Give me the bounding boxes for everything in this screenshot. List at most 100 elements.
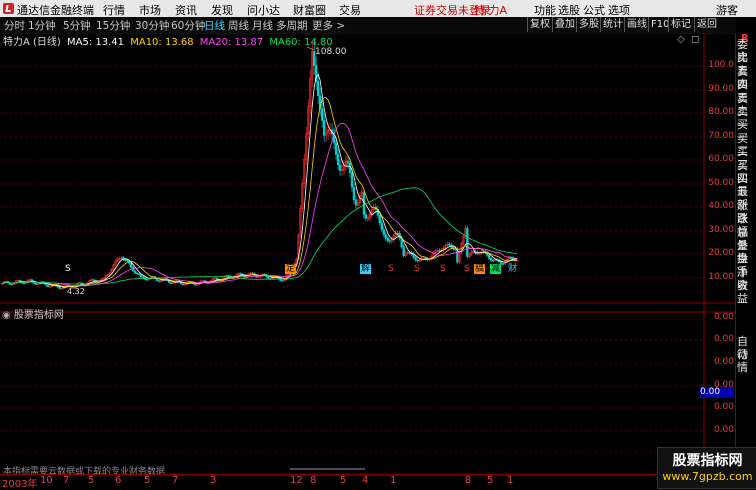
- candle-body: [18, 280, 22, 282]
- period-15min[interactable]: 15分钟: [96, 18, 130, 33]
- sub-axis-tick: 0.00: [713, 425, 734, 435]
- statistics-button[interactable]: 统计: [600, 17, 625, 32]
- candle-body: [380, 222, 383, 230]
- menu-discover[interactable]: 发现: [211, 2, 233, 18]
- event-marker[interactable]: S: [387, 264, 395, 274]
- candle-body: [267, 276, 270, 279]
- event-marker[interactable]: 定: [285, 264, 297, 274]
- price-axis-tick: 70.00: [708, 131, 734, 141]
- period-daily[interactable]: 日线: [204, 18, 225, 33]
- candle-body: [146, 279, 149, 281]
- period-60min[interactable]: 60分钟: [171, 18, 205, 33]
- multi-stock-button[interactable]: 多股: [576, 17, 601, 32]
- menu-stock-select[interactable]: 选股: [558, 2, 580, 18]
- sub-indicator-title[interactable]: ◉ 股票指标网: [2, 306, 64, 321]
- candle-body: [181, 283, 185, 286]
- candle-body: [338, 164, 342, 171]
- indicator-dropdown-icon[interactable]: ◉: [2, 310, 11, 321]
- menu-news[interactable]: 资讯: [175, 2, 197, 18]
- date-axis-tick: 6: [115, 475, 122, 486]
- price-axis-tick: 30.00: [708, 225, 734, 235]
- kline-chart[interactable]: 108.00 4.32: [0, 33, 735, 475]
- date-axis-tick: 5: [340, 475, 347, 486]
- restore-rights-button[interactable]: 复权: [527, 17, 552, 32]
- candle-body: [58, 286, 61, 289]
- event-marker[interactable]: S: [413, 264, 421, 274]
- period-5min[interactable]: 5分钟: [63, 18, 91, 33]
- date-axis-tick: 5: [88, 475, 95, 486]
- price-axis-tick: 100.0: [708, 60, 734, 70]
- candle-body: [130, 263, 133, 268]
- candle-body: [251, 272, 254, 275]
- period-monthly[interactable]: 月线: [252, 18, 273, 33]
- event-marker[interactable]: 减: [490, 264, 502, 274]
- candle-body: [388, 240, 391, 242]
- date-axis-tick: 3: [210, 475, 217, 486]
- menu-wealth[interactable]: 财富圈: [293, 2, 326, 18]
- period-timeshare[interactable]: 分时: [4, 18, 25, 33]
- candle-body: [142, 276, 145, 278]
- event-marker[interactable]: S: [64, 264, 72, 274]
- candle-body: [416, 259, 419, 262]
- site-watermark: 股票指标网 www.7gpzb.com: [657, 447, 756, 489]
- candle-body: [382, 229, 385, 235]
- menu-market[interactable]: 市场: [139, 2, 161, 18]
- candle-body: [239, 273, 242, 275]
- price-axis-tick: 50.00: [708, 178, 734, 188]
- candle-body: [281, 280, 284, 282]
- period-weekly[interactable]: 周线: [228, 18, 249, 33]
- candle-body: [157, 280, 161, 282]
- sub-axis-tick: 0.00: [713, 402, 734, 412]
- candle-body: [490, 258, 493, 261]
- candle-body: [80, 282, 83, 284]
- price-axis-tick: 20.00: [708, 248, 734, 258]
- sub-axis-tick: 0.00: [713, 357, 734, 367]
- candle-body: [466, 228, 469, 257]
- mark-button[interactable]: 标记: [668, 17, 693, 32]
- menu-options[interactable]: 选项: [608, 2, 630, 18]
- event-marker[interactable]: S: [439, 264, 447, 274]
- period-multi[interactable]: 多周期: [276, 18, 308, 33]
- date-axis-tick: 7: [63, 475, 70, 486]
- price-axis-tick: 80.00: [708, 107, 734, 117]
- candle-body: [215, 278, 218, 280]
- candle-body: [336, 154, 340, 166]
- sub-axis-tick: 0.00: [713, 312, 734, 322]
- period-more[interactable]: 更多 >: [312, 18, 345, 33]
- menu-trade[interactable]: 交易: [339, 2, 361, 18]
- candle-body: [350, 172, 354, 188]
- event-marker[interactable]: 财: [507, 264, 518, 274]
- sub-indicator-name: 股票指标网: [13, 310, 64, 321]
- watermark-title: 股票指标网: [672, 453, 743, 469]
- date-axis-tick: 1: [390, 475, 397, 486]
- period-1min[interactable]: 1分钟: [28, 18, 56, 33]
- menu-ask[interactable]: 问小达: [247, 2, 280, 18]
- candle-body: [126, 259, 129, 262]
- event-marker[interactable]: 解: [360, 264, 372, 274]
- menu-function[interactable]: 功能: [534, 2, 556, 18]
- candle-body: [227, 275, 230, 277]
- period-30min[interactable]: 30分钟: [135, 18, 169, 33]
- menu-quotes[interactable]: 行情: [103, 2, 125, 18]
- candle-body: [138, 273, 141, 275]
- candle-body: [136, 272, 139, 275]
- draw-line-button[interactable]: 画线: [624, 17, 649, 32]
- ma20-line: [1, 122, 518, 287]
- date-axis-tick: 5: [144, 475, 151, 486]
- menu-formula[interactable]: 公式: [583, 2, 605, 18]
- event-marker[interactable]: S: [463, 264, 471, 274]
- overlay-button[interactable]: 叠加: [552, 17, 577, 32]
- price-axis-tick: 90.00: [708, 84, 734, 94]
- menu-guest[interactable]: 游客: [716, 2, 738, 18]
- quote-field-label: 收益: [737, 279, 748, 306]
- event-marker[interactable]: 稿: [474, 264, 486, 274]
- stock-name: 特 力A: [474, 4, 508, 17]
- candle-body: [10, 284, 14, 286]
- candle-body: [438, 250, 441, 252]
- candle-body: [134, 270, 137, 274]
- quote-label[interactable]: 行情: [737, 348, 756, 374]
- candle-body: [492, 259, 495, 262]
- back-button[interactable]: 返回: [694, 17, 719, 32]
- menu-bar: 通达信金融终端 行情 市场 资讯 发现 问小达 财富圈 交易 证券交易未登录 特…: [0, 0, 756, 17]
- date-axis-tick: 10: [40, 475, 53, 486]
